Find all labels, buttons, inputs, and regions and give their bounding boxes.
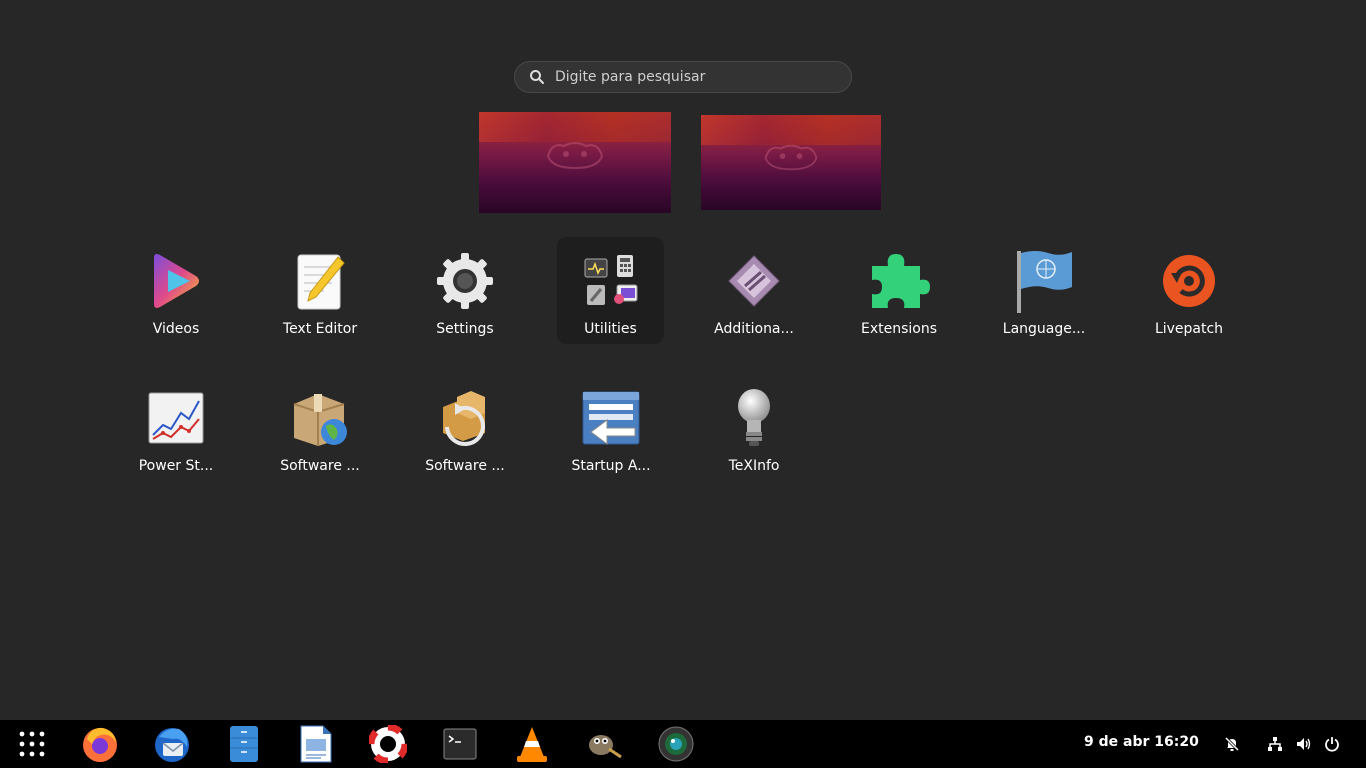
vlc-icon bbox=[517, 727, 547, 762]
app-livepatch[interactable]: Livepatch bbox=[1135, 237, 1243, 345]
app-software-properties[interactable]: Software ... bbox=[266, 374, 374, 482]
search-bar[interactable] bbox=[514, 61, 852, 93]
terminal-icon bbox=[443, 728, 477, 760]
app-texinfo[interactable]: TeXInfo bbox=[700, 374, 808, 482]
dock-firefox[interactable] bbox=[80, 724, 120, 764]
livepatch-icon bbox=[1157, 249, 1221, 313]
puzzle-icon bbox=[867, 249, 931, 313]
app-language-support[interactable]: Language... bbox=[990, 237, 1098, 345]
help-icon bbox=[369, 725, 407, 763]
app-grid-button[interactable] bbox=[12, 724, 52, 764]
app-label: Text Editor bbox=[282, 321, 358, 337]
thunderbird-icon bbox=[155, 728, 189, 762]
startup-apps-icon bbox=[579, 386, 643, 450]
dock-terminal[interactable] bbox=[440, 724, 480, 764]
app-label: Additiona... bbox=[714, 321, 794, 337]
text-editor-icon bbox=[288, 249, 352, 313]
software-package-icon bbox=[288, 386, 352, 450]
gimp-icon bbox=[589, 735, 622, 759]
firefox-icon bbox=[83, 727, 117, 762]
app-label: Startup A... bbox=[571, 458, 651, 474]
app-label: Extensions bbox=[860, 321, 938, 337]
power-statistics-icon bbox=[144, 386, 208, 450]
dock-thunderbird[interactable] bbox=[152, 724, 192, 764]
app-label: Software ... bbox=[280, 458, 360, 474]
camera-icon bbox=[658, 726, 694, 762]
videos-icon bbox=[144, 249, 208, 313]
app-settings[interactable]: Settings bbox=[411, 237, 519, 345]
app-additional-drivers[interactable]: Additiona... bbox=[700, 237, 808, 345]
gear-icon bbox=[433, 249, 497, 313]
dock-help[interactable] bbox=[368, 724, 408, 764]
wallpaper-mascot-icon bbox=[546, 142, 604, 170]
lightbulb-icon bbox=[722, 386, 786, 450]
network-icon[interactable] bbox=[1265, 734, 1285, 754]
notifications-muted-icon[interactable] bbox=[1222, 734, 1242, 754]
clock[interactable]: 9 de abr 16:20 bbox=[1084, 734, 1199, 750]
search-icon bbox=[529, 69, 545, 85]
flag-icon bbox=[1012, 249, 1076, 313]
app-videos[interactable]: Videos bbox=[122, 237, 230, 345]
workspace-thumbnail-2[interactable] bbox=[701, 115, 881, 210]
app-startup-applications[interactable]: Startup A... bbox=[557, 374, 665, 482]
dock-writer[interactable] bbox=[296, 724, 336, 764]
search-input[interactable] bbox=[555, 69, 835, 85]
app-grid-icon bbox=[19, 731, 45, 757]
app-power-statistics[interactable]: Power St... bbox=[122, 374, 230, 482]
app-label: Software ... bbox=[425, 458, 505, 474]
app-label: Power St... bbox=[138, 458, 214, 474]
app-label: Livepatch bbox=[1154, 321, 1224, 337]
volume-icon[interactable] bbox=[1294, 734, 1314, 754]
app-label: Language... bbox=[1002, 321, 1086, 337]
dock-vlc[interactable] bbox=[512, 724, 552, 764]
utilities-folder-icon bbox=[579, 249, 643, 313]
folder-utilities[interactable]: Utilities bbox=[557, 237, 664, 344]
app-label: TeXInfo bbox=[728, 458, 780, 474]
workspace-thumbnail-1[interactable] bbox=[479, 112, 671, 213]
software-updater-icon bbox=[433, 386, 497, 450]
app-label: Videos bbox=[152, 321, 200, 337]
app-text-editor[interactable]: Text Editor bbox=[266, 237, 374, 345]
wallpaper-mascot-icon bbox=[764, 144, 818, 171]
app-software-updater[interactable]: Software ... bbox=[411, 374, 519, 482]
dock-gimp[interactable] bbox=[584, 724, 624, 764]
additional-drivers-icon bbox=[722, 249, 786, 313]
dock-files[interactable] bbox=[224, 724, 264, 764]
app-extensions[interactable]: Extensions bbox=[845, 237, 953, 345]
app-label: Settings bbox=[436, 321, 494, 337]
files-icon bbox=[230, 726, 258, 762]
power-icon[interactable] bbox=[1322, 734, 1342, 754]
writer-icon bbox=[300, 725, 332, 763]
dock-camera[interactable] bbox=[656, 724, 696, 764]
app-label: Utilities bbox=[584, 321, 637, 337]
